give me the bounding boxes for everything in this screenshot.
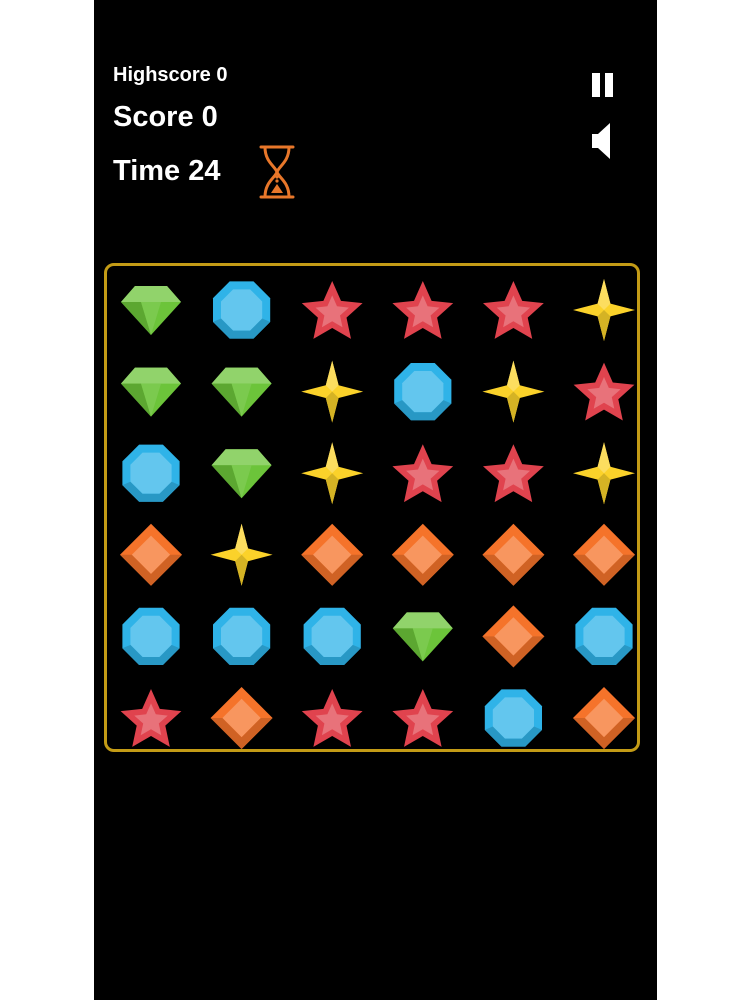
gem-green-r3c2[interactable] xyxy=(211,449,272,499)
gem-green-r2c2[interactable] xyxy=(211,367,272,417)
gem-orange-r4c5[interactable] xyxy=(482,523,545,586)
gem-yellow-r2c5[interactable] xyxy=(482,360,545,423)
gem-yellow-r4c2[interactable] xyxy=(210,523,273,586)
gem-blue-r5c2[interactable] xyxy=(213,607,271,665)
time-label: Time 24 xyxy=(113,155,221,187)
gem-green-r5c4[interactable] xyxy=(392,612,453,662)
gem-blue-r5c1[interactable] xyxy=(122,607,180,665)
gem-orange-r4c6[interactable] xyxy=(573,523,635,586)
gem-blue-r1c2[interactable] xyxy=(213,281,271,339)
gem-orange-r4c4[interactable] xyxy=(391,523,454,586)
gem-orange-r5c5[interactable] xyxy=(482,605,545,668)
sound-button[interactable] xyxy=(588,118,618,164)
pause-icon xyxy=(592,73,600,97)
gem-blue-r5c6[interactable] xyxy=(575,607,633,665)
hourglass-icon xyxy=(259,145,295,199)
gem-blue-r3c1[interactable] xyxy=(122,444,180,502)
gem-green-r1c1[interactable] xyxy=(121,286,181,335)
highscore-label: Highscore 0 xyxy=(113,64,228,86)
gem-orange-r4c3[interactable] xyxy=(301,523,364,586)
gem-red-r1c3[interactable] xyxy=(301,281,363,339)
gem-yellow-r2c3[interactable] xyxy=(301,360,364,423)
gem-red-r6c1[interactable] xyxy=(120,689,182,747)
gem-orange-r6c6[interactable] xyxy=(573,687,635,749)
gem-red-r6c3[interactable] xyxy=(301,689,363,747)
score-label: Score 0 xyxy=(113,101,218,133)
gem-red-r1c4[interactable] xyxy=(392,281,454,339)
game-screen: Highscore 0 Score 0 Time 24 xyxy=(94,0,657,1000)
gem-orange-r6c2[interactable] xyxy=(210,687,273,749)
gem-grid xyxy=(120,279,635,749)
gem-orange-r4c1[interactable] xyxy=(120,523,182,586)
speaker-icon xyxy=(592,123,610,159)
gem-red-r1c5[interactable] xyxy=(483,281,544,339)
pause-button[interactable] xyxy=(588,70,618,100)
gem-red-r6c4[interactable] xyxy=(392,689,454,747)
gem-blue-r5c3[interactable] xyxy=(303,607,361,665)
gem-yellow-r3c3[interactable] xyxy=(301,442,364,505)
gem-yellow-r1c6[interactable] xyxy=(573,279,635,341)
gem-red-r3c4[interactable] xyxy=(392,444,454,503)
gem-yellow-r3c6[interactable] xyxy=(573,442,635,505)
gem-blue-r2c4[interactable] xyxy=(394,363,452,421)
game-board xyxy=(104,263,640,752)
gem-red-r2c6[interactable] xyxy=(573,362,635,421)
gem-green-r2c1[interactable] xyxy=(121,367,181,417)
gem-red-r3c5[interactable] xyxy=(483,444,544,503)
gem-blue-r6c5[interactable] xyxy=(484,689,542,747)
